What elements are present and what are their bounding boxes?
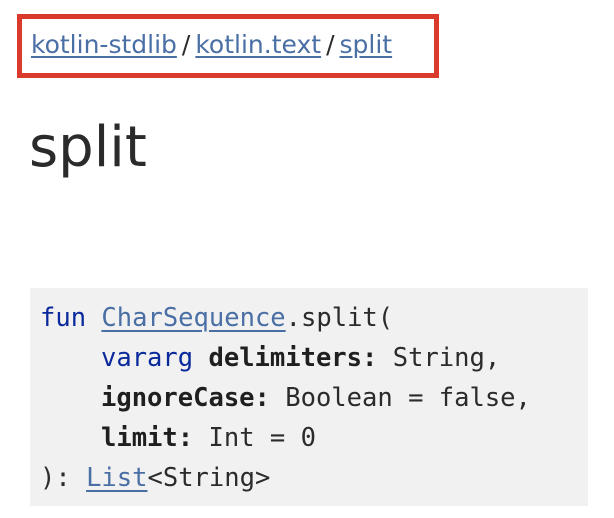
breadcrumb: kotlin-stdlib / kotlin.text / split — [31, 28, 392, 62]
page-title: split — [29, 115, 147, 180]
signature-line-5: ): List<String> — [40, 458, 588, 498]
return-type-link[interactable]: List — [86, 463, 147, 493]
param-limit: limit — [101, 423, 178, 453]
breadcrumb-link-split[interactable]: split — [340, 30, 393, 59]
signature-line-4: limit: Int = 0 — [40, 418, 588, 458]
keyword-vararg: vararg — [101, 343, 194, 373]
param-type-boolean: Boolean = false, — [285, 383, 531, 413]
closing-paren: ): — [40, 463, 87, 493]
param-ignorecase: ignoreCase — [101, 383, 255, 413]
function-signature: fun CharSequence.split(vararg delimiters… — [30, 288, 588, 506]
signature-line-1: fun CharSequence.split( — [40, 298, 588, 338]
param-type-int: Int = 0 — [208, 423, 316, 453]
keyword-fun: fun — [40, 303, 87, 333]
return-generic: <String> — [147, 463, 271, 493]
param-type-string: String, — [392, 343, 501, 373]
breadcrumb-separator: / — [326, 30, 335, 59]
breadcrumb-separator: / — [181, 30, 191, 59]
param-colon: : — [254, 383, 270, 413]
function-name: .split( — [285, 303, 394, 333]
param-colon: : — [177, 423, 194, 453]
receiver-type-link[interactable]: CharSequence — [101, 303, 285, 333]
signature-line-2: vararg delimiters: String, — [40, 338, 588, 378]
signature-line-3: ignoreCase: Boolean = false, — [40, 378, 588, 418]
param-colon: : — [362, 343, 378, 373]
breadcrumb-link-kotlin-text[interactable]: kotlin.text — [195, 30, 321, 59]
param-delimiters: delimiters — [208, 343, 363, 373]
breadcrumb-link-kotlin-stdlib[interactable]: kotlin-stdlib — [31, 30, 177, 59]
